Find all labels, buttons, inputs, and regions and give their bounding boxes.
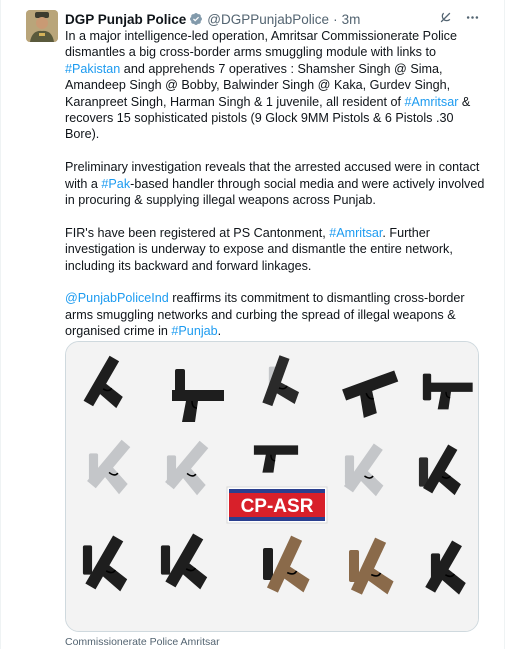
magazine-black xyxy=(82,545,93,575)
tweet-paragraph-3: FIR's have been registered at PS Cantonm… xyxy=(65,225,485,274)
grok-icon[interactable] xyxy=(438,10,453,25)
cp-asr-banner: CP-ASR xyxy=(226,486,328,524)
tweet-card[interactable]: DGP Punjab Police @DGPPunjabPolice · 3m … xyxy=(0,0,505,649)
tweet-text-segment: and apprehends 7 operatives : Shamsher S… xyxy=(65,61,451,109)
tweet-header: DGP Punjab Police @DGPPunjabPolice · 3m xyxy=(65,10,360,28)
hashtag-link[interactable]: #Pakistan xyxy=(65,62,120,76)
hashtag-link[interactable]: @PunjabPoliceInd xyxy=(65,291,169,305)
media-caption: Commissionerate Police Amritsar xyxy=(65,636,220,648)
tweet-paragraph-1: In a major intelligence-led operation, A… xyxy=(65,28,485,143)
tweet-text: In a major intelligence-led operation, A… xyxy=(65,28,485,356)
hashtag-link[interactable]: #Punjab xyxy=(171,324,217,338)
tweet-paragraph-2: Preliminary investigation reveals that t… xyxy=(65,159,485,208)
hashtag-link[interactable]: #Amritsar xyxy=(329,226,382,240)
magazine-black xyxy=(160,545,171,575)
tweet-media-photo[interactable]: CP-ASR xyxy=(65,341,479,632)
banner-text: CP-ASR xyxy=(241,496,314,517)
tweet-paragraph-4: @PunjabPoliceInd reaffirms its commitmen… xyxy=(65,290,485,339)
seized-pistols-photo: CP-ASR xyxy=(66,342,478,631)
separator-dot: · xyxy=(333,11,338,27)
author-name[interactable]: DGP Punjab Police xyxy=(65,12,186,27)
tweet-text-segment: . xyxy=(217,324,222,339)
hashtag-link[interactable]: #Amritsar xyxy=(405,95,459,109)
tweet-text-segment: FIR's have been registered at PS Cantonm… xyxy=(65,225,330,240)
magazine-black xyxy=(263,548,273,580)
more-icon[interactable] xyxy=(465,10,480,25)
author-handle[interactable]: @DGPPunjabPolice xyxy=(207,12,329,27)
timestamp[interactable]: 3m xyxy=(342,12,361,27)
header-actions xyxy=(438,10,480,25)
avatar[interactable] xyxy=(26,10,58,42)
tweet-text-segment: In a major intelligence-led operation, A… xyxy=(65,29,457,60)
hashtag-link[interactable]: #Pak xyxy=(101,177,130,191)
verified-badge-icon xyxy=(189,12,203,26)
